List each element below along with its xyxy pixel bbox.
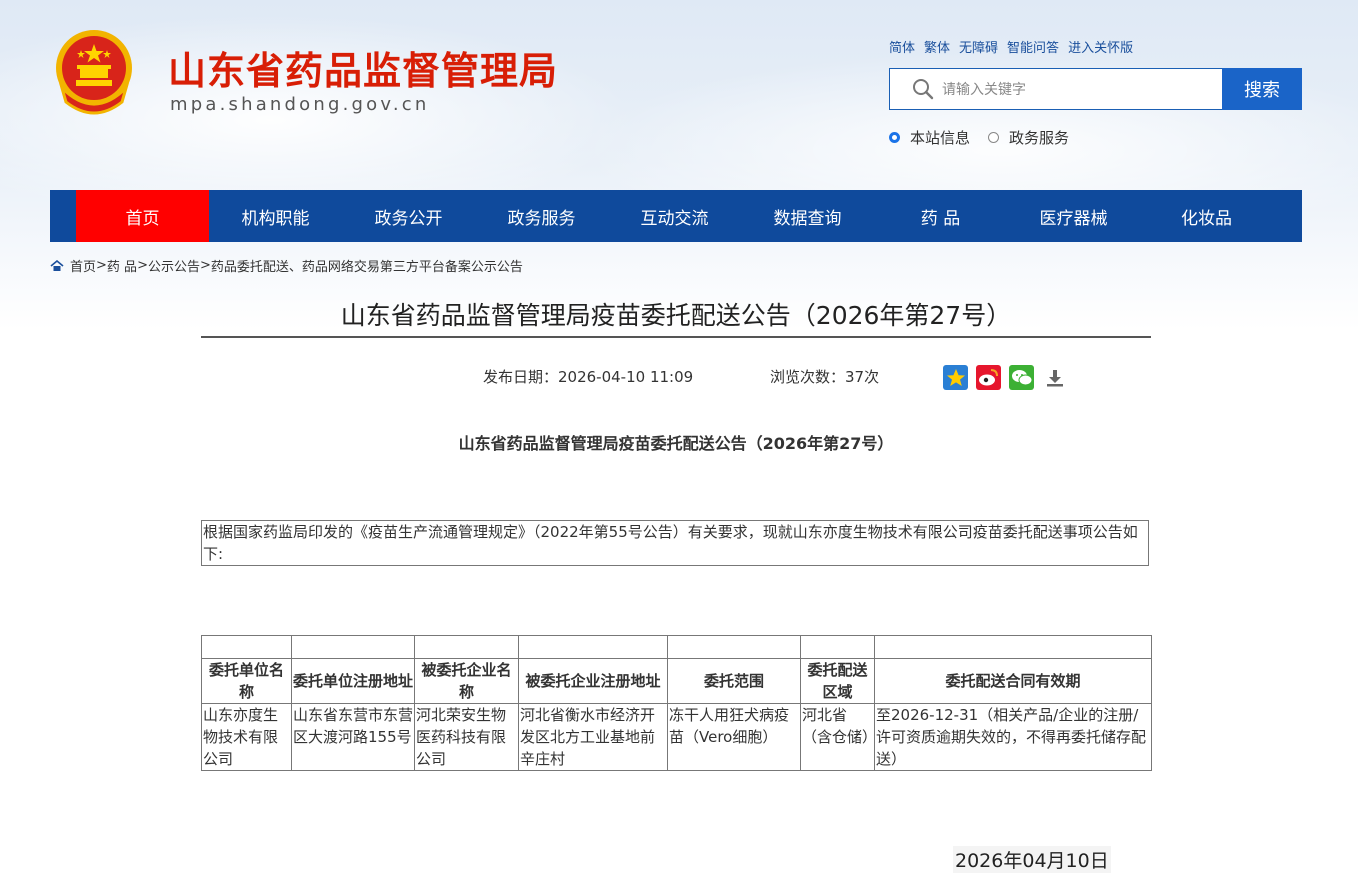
radio-checked-icon[interactable] <box>889 132 900 143</box>
header-entrusted-company: 被委托企业名称 <box>414 658 519 704</box>
search-icon <box>913 79 934 100</box>
empty-cell <box>518 635 668 659</box>
empty-cell <box>414 635 519 659</box>
cell-entrusted-company: 河北荣安生物医药科技有限公司 <box>414 703 519 771</box>
header-entrusting-address: 委托单位注册地址 <box>291 658 415 704</box>
scope-site-info-label: 本站信息 <box>910 129 971 147</box>
main-nav: 首页 机构职能 政务公开 政务服务 互动交流 数据查询 药 品 医疗器械 化妆品 <box>50 190 1302 242</box>
empty-cell <box>874 635 1152 659</box>
view-count: 浏览次数：37次 <box>770 368 880 386</box>
breadcrumb-notices[interactable]: 公示公告 <box>148 256 200 275</box>
search-scope: 本站信息 政务服务 <box>889 127 1087 148</box>
empty-cell <box>800 635 875 659</box>
breadcrumb: 首页 > 药 品 > 公示公告 > 药品委托配送、药品网络交易第三方平台备案公示公… <box>50 256 523 275</box>
signature-date: 2026年04月10日 <box>953 846 1111 873</box>
link-accessibility[interactable]: 无障碍 <box>959 37 998 56</box>
site-url: mpa.shandong.gov.cn <box>170 94 430 115</box>
breadcrumb-separator: > <box>199 258 211 273</box>
table-row: 山东亦度生物技术有限公司 山东省东营市东营区大渡河路155号 河北荣安生物医药科… <box>201 703 1152 771</box>
qzone-star-icon[interactable] <box>943 365 968 390</box>
header-region: 委托配送区域 <box>800 658 875 704</box>
scope-gov-service[interactable]: 政务服务 <box>988 127 1069 148</box>
search-input[interactable]: 请输入关键字 <box>889 68 1222 110</box>
header-entrusted-address: 被委托企业注册地址 <box>518 658 668 704</box>
search-bar: 请输入关键字 搜索 <box>889 68 1302 110</box>
nav-medical-devices[interactable]: 医疗器械 <box>1007 190 1140 242</box>
breadcrumb-separator: > <box>137 258 148 273</box>
scope-site-info[interactable]: 本站信息 <box>889 127 970 148</box>
nav-gov-disclosure[interactable]: 政务公开 <box>342 190 475 242</box>
nav-drugs[interactable]: 药 品 <box>874 190 1007 242</box>
breadcrumb-separator: > <box>96 258 107 273</box>
empty-cell <box>291 635 415 659</box>
table-header-row: 委托单位名称 委托单位注册地址 被委托企业名称 被委托企业注册地址 委托范围 委… <box>201 658 1152 704</box>
breadcrumb-home[interactable]: 首页 <box>70 256 96 275</box>
publish-date: 发布日期：2026-04-10 11:09 <box>483 368 694 386</box>
cell-scope: 冻干人用狂犬病疫苗（Vero细胞） <box>667 703 801 771</box>
nav-interaction[interactable]: 互动交流 <box>608 190 741 242</box>
header-scope: 委托范围 <box>667 658 801 704</box>
wechat-icon[interactable] <box>1009 365 1034 390</box>
article-title: 山东省药品监督管理局疫苗委托配送公告（2026年第27号） <box>340 301 1012 330</box>
home-icon <box>50 259 64 271</box>
share-bar <box>943 365 1067 390</box>
site-title: 山东省药品监督管理局 <box>168 49 559 93</box>
nav-gov-service[interactable]: 政务服务 <box>475 190 608 242</box>
cell-region: 河北省（含仓储） <box>800 703 877 771</box>
empty-cell <box>667 635 801 659</box>
title-divider <box>201 336 1151 338</box>
search-placeholder: 请输入关键字 <box>942 82 1026 98</box>
cell-entrusting-unit: 山东亦度生物技术有限公司 <box>201 703 292 771</box>
intro-paragraph: 根据国家药监局印发的《疫苗生产流通管理规定》（2022年第55号公告）有关要求，… <box>201 520 1149 566</box>
link-traditional[interactable]: 繁体 <box>924 37 950 56</box>
breadcrumb-drugs[interactable]: 药 品 <box>107 256 137 275</box>
scope-gov-service-label: 政务服务 <box>1009 129 1070 147</box>
breadcrumb-current[interactable]: 药品委托配送、药品网络交易第三方平台备案公示公告 <box>211 256 523 275</box>
national-emblem-logo <box>52 28 136 116</box>
delegation-table: 委托单位名称 委托单位注册地址 被委托企业名称 被委托企业注册地址 委托范围 委… <box>201 635 1152 771</box>
download-icon[interactable] <box>1042 365 1067 390</box>
link-care-version[interactable]: 进入关怀版 <box>1068 37 1133 56</box>
nav-home[interactable]: 首页 <box>76 190 209 242</box>
nav-cosmetics[interactable]: 化妆品 <box>1140 190 1273 242</box>
link-simplified[interactable]: 简体 <box>889 37 915 56</box>
top-links: 简体 繁体 无障碍 智能问答 进入关怀版 <box>889 37 1133 56</box>
nav-data-query[interactable]: 数据查询 <box>741 190 874 242</box>
radio-unchecked-icon[interactable] <box>988 132 1000 143</box>
cell-validity: 至2026-12-31（相关产品/企业的注册/许可资质逾期失效的，不得再委托储存… <box>874 703 1152 771</box>
content-title: 山东省药品监督管理局疫苗委托配送公告（2026年第27号） <box>458 434 894 453</box>
header-validity: 委托配送合同有效期 <box>874 658 1152 704</box>
empty-cell <box>201 635 292 659</box>
weibo-icon[interactable] <box>976 365 1001 390</box>
header-entrusting-unit: 委托单位名称 <box>201 658 292 704</box>
search-button[interactable]: 搜索 <box>1222 68 1302 110</box>
nav-organization[interactable]: 机构职能 <box>209 190 342 242</box>
cell-entrusting-address: 山东省东营市东营区大渡河路155号 <box>291 703 415 771</box>
table-spacer-row <box>201 635 1152 659</box>
link-smart-qa[interactable]: 智能问答 <box>1007 37 1059 56</box>
cell-entrusted-address: 河北省衡水市经济开发区北方工业基地前辛庄村 <box>518 703 668 771</box>
